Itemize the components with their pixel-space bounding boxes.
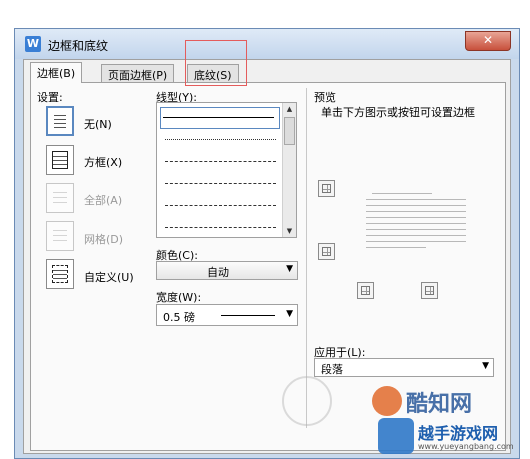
setting-label-none[interactable]: 无(N)	[84, 116, 112, 132]
line-style-list[interactable]: ▲ ▼	[156, 102, 297, 238]
left-border-icon	[361, 286, 370, 295]
right-border-icon	[425, 286, 434, 295]
line-style-scrollbar[interactable]: ▲ ▼	[282, 103, 296, 237]
scroll-down-icon[interactable]: ▼	[283, 225, 296, 237]
bottom-border-button[interactable]	[318, 243, 335, 260]
right-border-button[interactable]	[421, 282, 438, 299]
color-value: 自动	[207, 266, 229, 279]
chevron-down-icon: ▼	[482, 361, 489, 371]
tab-page-borders[interactable]: 页面边框(P)	[101, 64, 175, 82]
watermark-circle-icon	[282, 376, 332, 426]
watermark-logo-icon	[372, 386, 402, 416]
custom-border-icon[interactable]	[46, 259, 74, 289]
preview-heading: 预览	[314, 91, 336, 104]
all-border-icon	[46, 183, 74, 213]
title-bar: W 边框和底纹 ✕	[15, 29, 519, 59]
line-style-dash-dot[interactable]	[165, 205, 276, 206]
width-sample-line	[221, 315, 275, 316]
window-title: 边框和底纹	[48, 39, 109, 53]
watermark-brand-text: 酷知网	[406, 392, 473, 417]
box-border-icon[interactable]	[46, 145, 74, 175]
wps-app-icon: W	[25, 36, 41, 52]
line-style-selection	[160, 107, 280, 129]
line-style-long-dash[interactable]	[165, 227, 276, 228]
top-border-button[interactable]	[318, 180, 335, 197]
chevron-down-icon: ▼	[286, 264, 293, 274]
color-select[interactable]: 自动 ▼	[156, 261, 298, 280]
none-border-icon[interactable]	[46, 106, 74, 136]
grid-border-icon	[46, 221, 74, 251]
close-button[interactable]: ✕	[465, 31, 511, 51]
setting-label-box[interactable]: 方框(X)	[84, 154, 122, 170]
scroll-up-icon[interactable]: ▲	[283, 103, 296, 115]
setting-label-grid: 网格(D)	[84, 233, 124, 246]
apply-to-value: 段落	[321, 363, 343, 376]
annotation-highlight	[185, 40, 247, 86]
chevron-down-icon: ▼	[286, 309, 293, 319]
left-border-button[interactable]	[357, 282, 374, 299]
watermark-site-text: 越手游戏网	[418, 424, 499, 443]
bottom-border-icon	[322, 247, 331, 256]
line-style-dashed-fine[interactable]	[165, 161, 276, 162]
setting-label-all: 全部(A)	[84, 194, 123, 207]
width-select[interactable]: 0.5 磅 ▼	[156, 304, 298, 326]
top-border-icon	[322, 184, 331, 193]
wifi-icon	[378, 418, 414, 454]
setting-label-custom[interactable]: 自定义(U)	[84, 269, 134, 285]
width-value: 0.5 磅	[163, 311, 195, 324]
line-style-dashed[interactable]	[165, 183, 276, 184]
preview-hint: 单击下方图示或按钮可设置边框	[321, 106, 475, 119]
width-label: 宽度(W):	[156, 291, 202, 304]
watermark-url: www.yueyangbang.com	[418, 442, 514, 451]
scroll-thumb[interactable]	[284, 117, 295, 145]
tab-borders[interactable]: 边框(B)	[30, 62, 83, 83]
settings-heading: 设置:	[37, 91, 63, 104]
apply-to-select[interactable]: 段落 ▼	[314, 358, 494, 377]
line-style-dotted[interactable]	[165, 139, 276, 140]
